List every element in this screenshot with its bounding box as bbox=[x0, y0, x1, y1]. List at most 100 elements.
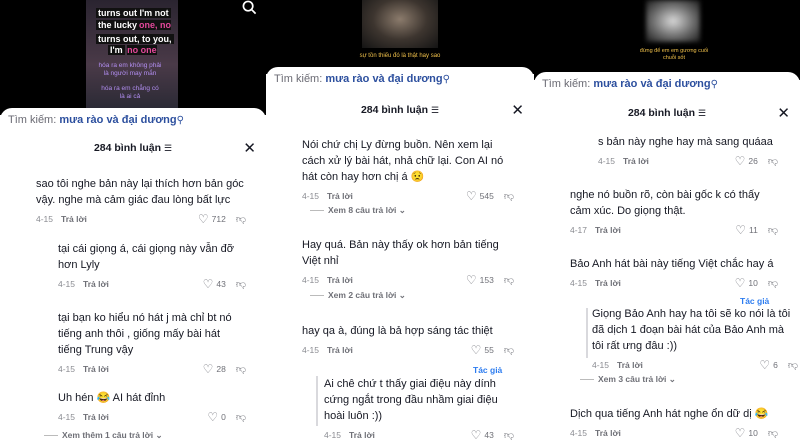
search-label: Tìm kiếm: bbox=[274, 73, 323, 85]
close-icon[interactable]: ✕ bbox=[243, 141, 256, 156]
reply-button[interactable]: Trả lời bbox=[327, 345, 353, 355]
like-button[interactable]: ♡ 6 bbox=[759, 359, 778, 371]
comments-sheet: Tìm kiếm: mưa rào và đại dương⚲ 284 bình… bbox=[266, 67, 534, 444]
reply-comment: tại cái giọng á, cái giọng này vẫn đỡ hơ… bbox=[58, 241, 246, 291]
subtitle: là người may mắn bbox=[103, 70, 157, 77]
search-suggestion[interactable]: Tìm kiếm: mưa rào và đại dương⚲ bbox=[274, 73, 450, 85]
lyric-text: I'm bbox=[108, 45, 125, 55]
video-thumbnail bbox=[646, 0, 700, 42]
like-button[interactable]: ♡ 0 bbox=[207, 411, 226, 423]
dislike-icon[interactable]: 👎︎ bbox=[504, 190, 514, 202]
like-button[interactable]: ♡ 10 bbox=[735, 277, 758, 289]
view-more-replies[interactable]: Xem 8 câu trả lời ⌄ bbox=[310, 205, 406, 216]
filter-icon[interactable]: ☰ bbox=[431, 105, 439, 115]
search-query[interactable]: mưa rào và đại dương bbox=[325, 73, 442, 85]
search-suggestion[interactable]: Tìm kiếm: mưa rào và đại dương⚲ bbox=[542, 78, 718, 90]
lyric-highlight: one, no bbox=[139, 20, 172, 30]
like-count: 6 bbox=[773, 360, 778, 370]
like-button[interactable]: ♡ 26 bbox=[735, 155, 758, 167]
comment: hay qa à, đúng là bả hợp sáng tác thiệt … bbox=[302, 323, 514, 357]
reply-button[interactable]: Trả lời bbox=[617, 360, 643, 370]
comment-date: 4-15 bbox=[302, 191, 320, 201]
like-button[interactable]: ♡ 545 bbox=[466, 190, 494, 202]
comment-date: 4-15 bbox=[592, 360, 610, 370]
reply-button[interactable]: Trả lời bbox=[623, 156, 649, 166]
dislike-icon[interactable]: 👎︎ bbox=[236, 278, 246, 290]
comment-date: 4-15 bbox=[36, 214, 54, 224]
chevron-down-icon: ⌄ bbox=[398, 205, 406, 215]
filter-icon[interactable]: ☰ bbox=[164, 143, 172, 153]
reply-button[interactable]: Trả lời bbox=[349, 430, 375, 440]
comment: Nói chứ chị Ly đừng buồn. Nên xem lại cá… bbox=[302, 137, 514, 203]
comment-meta: 4-15 Trả lời ♡ 6 👎︎ bbox=[592, 358, 798, 372]
divider-line bbox=[44, 435, 58, 437]
dislike-icon[interactable]: 👎︎ bbox=[788, 359, 798, 371]
comment-meta: 4-15 Trả lời ♡ 28 👎︎ bbox=[58, 362, 246, 376]
heart-icon: ♡ bbox=[465, 273, 477, 287]
comments-sheet: Tìm kiếm: mưa rào và đại dương⚲ 284 bình… bbox=[534, 72, 800, 444]
comments-count: 284 bình luận ☰ bbox=[534, 107, 800, 119]
like-button[interactable]: ♡ 10 bbox=[735, 427, 758, 439]
reply-comment: tại bạn ko hiểu nó hát j mà chỉ bt nó ti… bbox=[58, 310, 246, 376]
view-more-replies[interactable]: Xem 3 câu trả lời ⌄ bbox=[580, 374, 676, 385]
reply-button[interactable]: Trả lời bbox=[83, 364, 109, 374]
heart-icon: ♡ bbox=[759, 358, 771, 372]
reply-button[interactable]: Trả lời bbox=[595, 225, 621, 235]
dislike-icon[interactable]: 👎︎ bbox=[768, 277, 778, 289]
dislike-icon[interactable]: 👎︎ bbox=[504, 344, 514, 356]
reply-button[interactable]: Trả lời bbox=[83, 279, 109, 289]
reply-button[interactable]: Trả lời bbox=[83, 412, 109, 422]
like-button[interactable]: ♡ 55 bbox=[471, 344, 494, 356]
comment-date: 4-15 bbox=[302, 345, 320, 355]
comment-text: nghe nó buồn rõ, còn bài gốc k có thấy c… bbox=[570, 189, 760, 217]
subtitle: là ai cả bbox=[119, 93, 141, 100]
dislike-icon[interactable]: 👎︎ bbox=[768, 427, 778, 439]
reply-button[interactable]: Trả lời bbox=[595, 428, 621, 438]
filter-icon[interactable]: ☰ bbox=[698, 108, 706, 118]
heart-icon: ♡ bbox=[202, 277, 214, 291]
like-button[interactable]: ♡ 43 bbox=[471, 429, 494, 441]
view-more-replies[interactable]: Xem thêm 1 câu trả lời ⌄ bbox=[44, 430, 163, 441]
like-count: 43 bbox=[484, 430, 494, 440]
comment-date: 4-15 bbox=[58, 279, 76, 289]
heart-icon: ♡ bbox=[202, 362, 214, 376]
like-button[interactable]: ♡ 11 bbox=[735, 224, 758, 236]
dislike-icon[interactable]: 👎︎ bbox=[236, 411, 246, 423]
reply-button[interactable]: Trả lời bbox=[61, 214, 87, 224]
comment-meta: 4-15 Trả lời ♡ 43 👎︎ bbox=[58, 277, 246, 291]
search-query[interactable]: mưa rào và đại dương bbox=[593, 78, 710, 90]
reply-comment: Ai chê chứ t thấy giai điệu này dính cứn… bbox=[324, 376, 514, 442]
comment-meta: 4-15 Trả lời ♡ 10 👎︎ bbox=[570, 276, 778, 290]
like-button[interactable]: ♡ 712 bbox=[198, 213, 226, 225]
comments-count: 284 bình luận ☰ bbox=[266, 104, 534, 116]
video-area[interactable]: đừng để em em gương cuối chuỗi sốt bbox=[534, 0, 800, 80]
dislike-icon[interactable]: 👎︎ bbox=[768, 155, 778, 167]
comment-text: sao tôi nghe bản này lại thích hơn bản g… bbox=[36, 178, 244, 206]
search-query[interactable]: mưa rào và đại dương bbox=[59, 114, 176, 126]
close-icon[interactable]: ✕ bbox=[511, 103, 524, 118]
comment-meta: 4-17 Trả lời ♡ 11 👎︎ bbox=[570, 223, 778, 237]
dislike-icon[interactable]: 👎︎ bbox=[236, 363, 246, 375]
lyric-line: turns out, to you, bbox=[96, 34, 174, 44]
reply-button[interactable]: Trả lời bbox=[327, 191, 353, 201]
like-button[interactable]: ♡ 43 bbox=[203, 278, 226, 290]
reply-button[interactable]: Trả lời bbox=[595, 278, 621, 288]
search-suggestion[interactable]: Tìm kiếm: mưa rào và đại dương⚲ bbox=[8, 114, 184, 126]
dislike-icon[interactable]: 👎︎ bbox=[768, 224, 778, 236]
view-more-replies[interactable]: Xem 2 câu trả lời ⌄ bbox=[310, 290, 406, 301]
like-button[interactable]: ♡ 28 bbox=[203, 363, 226, 375]
dislike-icon[interactable]: 👎︎ bbox=[236, 213, 246, 225]
heart-icon: ♡ bbox=[470, 428, 482, 442]
dislike-icon[interactable]: 👎︎ bbox=[504, 429, 514, 441]
close-icon[interactable]: ✕ bbox=[777, 106, 790, 121]
chevron-down-icon: ⌄ bbox=[155, 430, 163, 440]
video-area[interactable]: sự tồn thiếu đó là thật hay sao bbox=[266, 0, 534, 74]
reply-button[interactable]: Trả lời bbox=[327, 275, 353, 285]
heart-icon: ♡ bbox=[470, 343, 482, 357]
search-icon[interactable] bbox=[242, 0, 257, 18]
dislike-icon[interactable]: 👎︎ bbox=[504, 274, 514, 286]
video-area[interactable]: turns out I'm not the lucky one, no turns… bbox=[0, 0, 266, 115]
comment: Dịch qua tiếng Anh hát nghe ổn dữ dị 😂 4… bbox=[570, 406, 778, 440]
lyric-line: the lucky one, no bbox=[96, 20, 172, 30]
like-button[interactable]: ♡ 153 bbox=[466, 274, 494, 286]
